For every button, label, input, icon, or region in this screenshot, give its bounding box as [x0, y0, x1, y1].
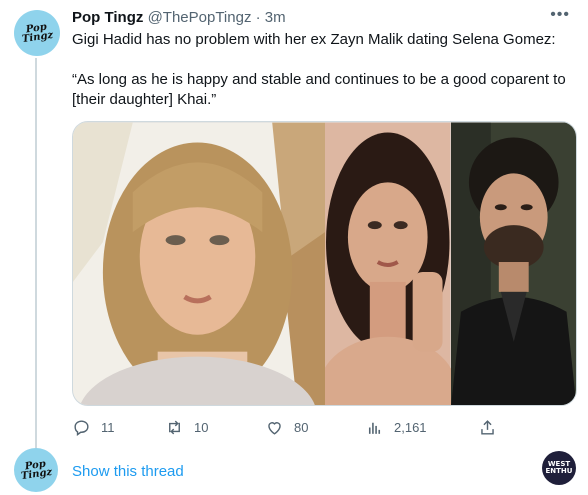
avatar-logo-text: Pop Tingz [21, 21, 54, 46]
thread-connector-line [35, 58, 37, 448]
reply-count: 11 [101, 420, 115, 435]
like-button[interactable]: 80 [265, 418, 308, 437]
views-count: 2,161 [394, 420, 427, 435]
retweet-icon [169, 420, 180, 435]
author-handle[interactable]: @ThePopTingz [148, 9, 252, 26]
tweet-timestamp[interactable]: 3m [265, 9, 286, 26]
photo-man[interactable] [450, 122, 577, 406]
tweet-text-line-1: Gigi Hadid has no problem with her ex Za… [72, 31, 556, 48]
reply-icon [74, 420, 89, 437]
tweet-header: Pop Tingz @ThePopTingz · 3m [72, 8, 286, 28]
share-button[interactable] [478, 418, 507, 437]
more-options-button[interactable]: ••• [550, 6, 570, 24]
author-avatar[interactable]: Pop Tingz [14, 10, 60, 56]
thread-author-avatar[interactable]: Pop Tingz [14, 448, 58, 492]
separator-dot: · [255, 9, 261, 26]
like-count: 80 [294, 420, 309, 435]
author-name[interactable]: Pop Tingz [72, 9, 143, 26]
tweet-text-quote: “As long as he is happy and stable and c… [72, 71, 566, 108]
analytics-bars-icon [368, 422, 381, 434]
views-button[interactable]: 2,161 [365, 418, 427, 437]
photo-woman-blonde[interactable] [73, 122, 325, 406]
photo-woman-brunette[interactable] [325, 122, 451, 406]
tweet-media[interactable] [72, 121, 577, 406]
avatar-logo-text: Pop Tingz [20, 458, 53, 483]
watermark-line-2: ENTHU [545, 467, 573, 475]
tweet-actions-bar: 11 10 80 2,161 [72, 418, 572, 440]
reply-button[interactable]: 11 [72, 418, 115, 437]
retweet-count: 10 [194, 420, 209, 435]
heart-icon [268, 422, 281, 435]
retweet-button[interactable]: 10 [165, 418, 208, 437]
show-thread-link[interactable]: Show this thread [72, 463, 184, 480]
share-icon [481, 420, 494, 435]
more-horizontal-icon: ••• [550, 6, 570, 23]
watermark-badge: WEST ENTHU [542, 451, 576, 485]
